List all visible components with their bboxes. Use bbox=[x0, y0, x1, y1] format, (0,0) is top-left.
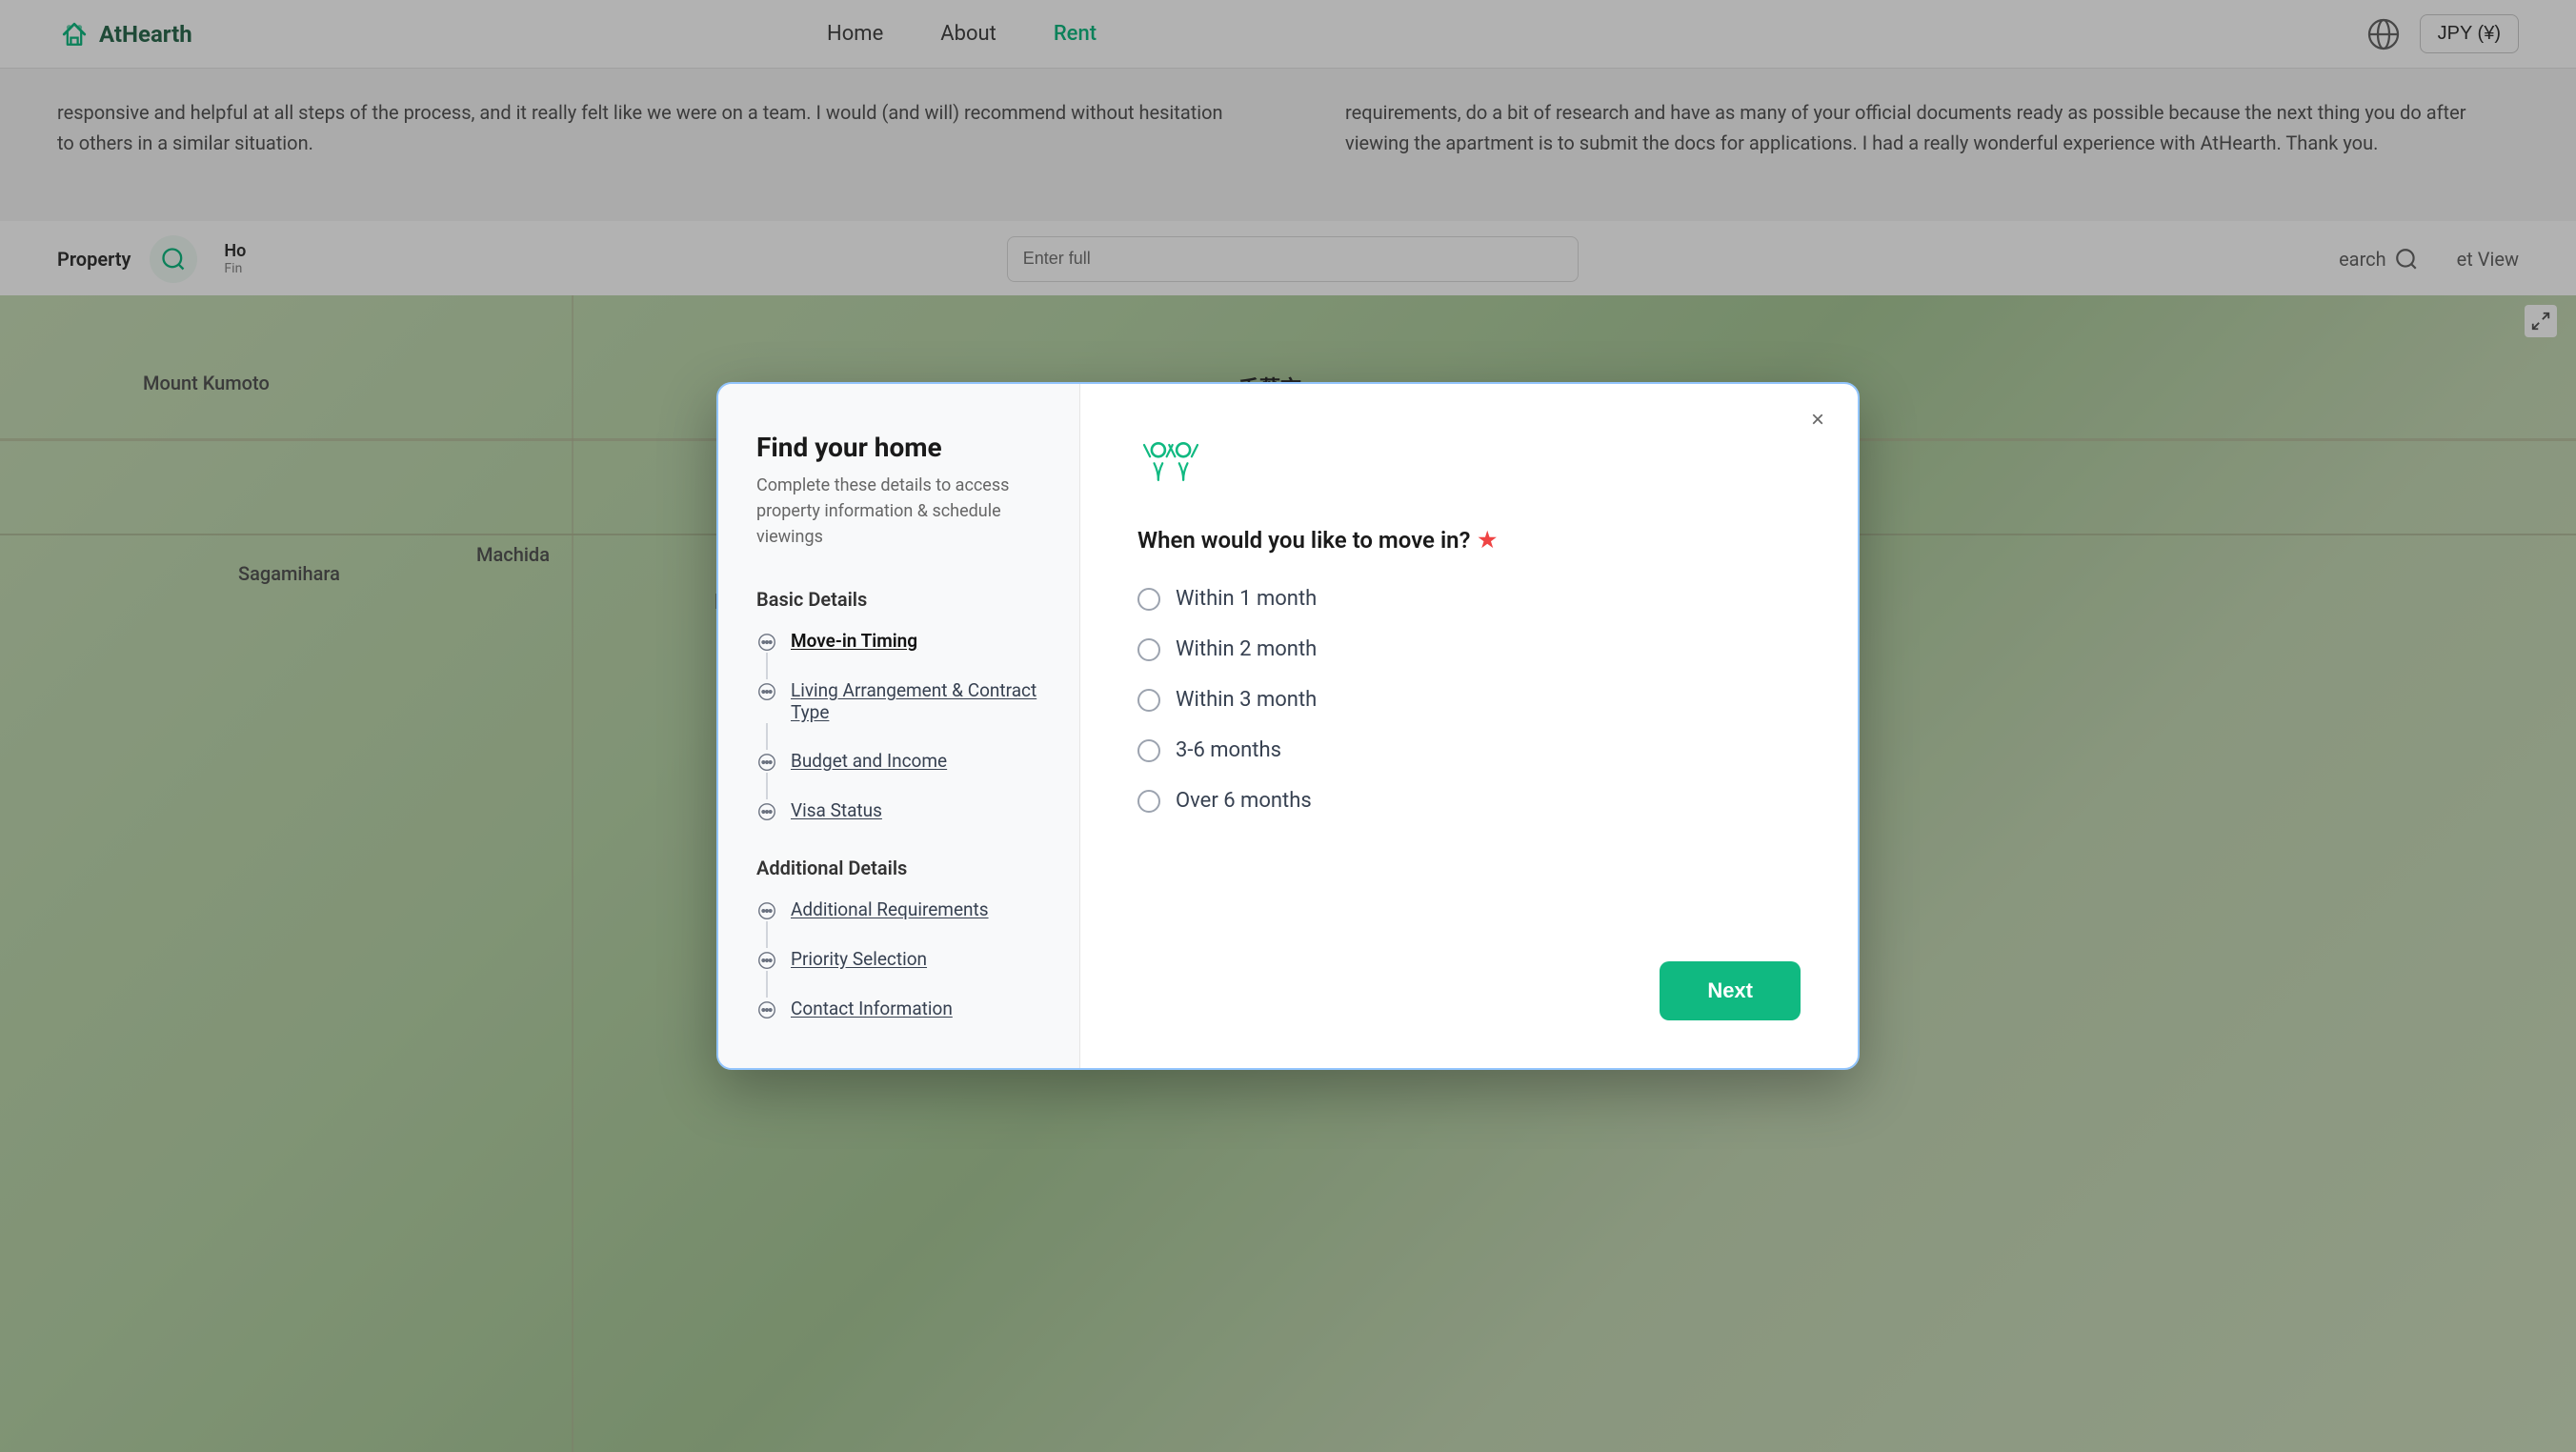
step-icon-visa bbox=[756, 801, 777, 822]
sidebar-label-visa[interactable]: Visa Status bbox=[791, 799, 882, 821]
sidebar-label-contact[interactable]: Contact Information bbox=[791, 998, 953, 1019]
option-within-3-month[interactable]: Within 3 month bbox=[1137, 688, 1801, 712]
connector-5 bbox=[766, 971, 768, 998]
sidebar-title: Find your home bbox=[756, 432, 1041, 463]
move-in-icon bbox=[1137, 432, 1204, 498]
option-label-1: Within 1 month bbox=[1176, 587, 1317, 611]
option-over-6-months[interactable]: Over 6 months bbox=[1137, 789, 1801, 813]
modal-question: When would you like to move in? ★ bbox=[1137, 527, 1801, 554]
connector-1 bbox=[766, 653, 768, 679]
radio-within-3-month[interactable] bbox=[1137, 689, 1160, 712]
connector-2 bbox=[766, 723, 768, 750]
sidebar-label-priority[interactable]: Priority Selection bbox=[791, 948, 927, 970]
connector-3 bbox=[766, 773, 768, 799]
option-label-4: 3-6 months bbox=[1176, 738, 1281, 762]
modal-main-content: × bbox=[1080, 384, 1858, 1068]
sidebar-label-movein[interactable]: Move-in Timing bbox=[791, 630, 917, 652]
sidebar-label-budget[interactable]: Budget and Income bbox=[791, 750, 947, 772]
additional-details-section: Additional Details bbox=[756, 857, 1041, 879]
option-within-2-month[interactable]: Within 2 month bbox=[1137, 637, 1801, 661]
radio-3-6-months[interactable] bbox=[1137, 739, 1160, 762]
sidebar-item-budget[interactable]: Budget and Income bbox=[756, 750, 1041, 773]
sidebar-label-requirements[interactable]: Additional Requirements bbox=[791, 898, 989, 920]
option-within-1-month[interactable]: Within 1 month bbox=[1137, 587, 1801, 611]
connector-4 bbox=[766, 921, 768, 948]
basic-details-section: Basic Details bbox=[756, 588, 1041, 611]
sidebar-subtitle: Complete these details to access propert… bbox=[756, 473, 1041, 550]
sidebar-item-contact[interactable]: Contact Information bbox=[756, 998, 1041, 1020]
option-label-5: Over 6 months bbox=[1176, 789, 1312, 813]
next-button[interactable]: Next bbox=[1660, 961, 1801, 1020]
sidebar-item-living[interactable]: Living Arrangement & Contract Type bbox=[756, 679, 1041, 723]
sidebar-item-movein[interactable]: Move-in Timing bbox=[756, 630, 1041, 653]
step-icon-living bbox=[756, 681, 777, 702]
radio-within-2-month[interactable] bbox=[1137, 638, 1160, 661]
radio-over-6-months[interactable] bbox=[1137, 790, 1160, 813]
move-in-options: Within 1 month Within 2 month Within 3 m… bbox=[1137, 587, 1801, 813]
modal-overlay: Find your home Complete these details to… bbox=[0, 0, 2576, 1452]
required-indicator: ★ bbox=[1478, 529, 1497, 553]
step-icon-movein bbox=[756, 632, 777, 653]
sidebar-item-requirements[interactable]: Additional Requirements bbox=[756, 898, 1041, 921]
option-label-3: Within 3 month bbox=[1176, 688, 1317, 712]
step-icon-priority bbox=[756, 950, 777, 971]
step-icon-budget bbox=[756, 752, 777, 773]
question-text: When would you like to move in? bbox=[1137, 527, 1470, 554]
radio-within-1-month[interactable] bbox=[1137, 588, 1160, 611]
step-icon-contact bbox=[756, 999, 777, 1020]
modal-dialog: Find your home Complete these details to… bbox=[716, 382, 1860, 1070]
option-3-6-months[interactable]: 3-6 months bbox=[1137, 738, 1801, 762]
modal-sidebar: Find your home Complete these details to… bbox=[718, 384, 1080, 1068]
sidebar-item-visa[interactable]: Visa Status bbox=[756, 799, 1041, 822]
modal-close-button[interactable]: × bbox=[1801, 403, 1835, 437]
step-icon-requirements bbox=[756, 900, 777, 921]
sidebar-label-living[interactable]: Living Arrangement & Contract Type bbox=[791, 679, 1041, 723]
option-label-2: Within 2 month bbox=[1176, 637, 1317, 661]
sidebar-item-priority[interactable]: Priority Selection bbox=[756, 948, 1041, 971]
